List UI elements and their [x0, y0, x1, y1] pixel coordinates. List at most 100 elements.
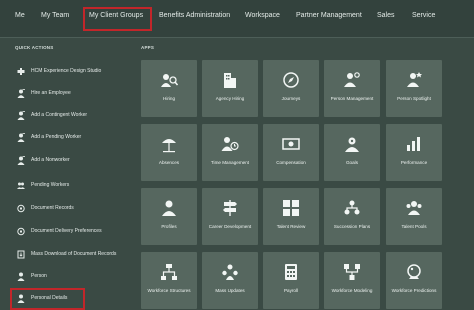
tab-benefits-administration[interactable]: Benefits Administration [159, 12, 230, 19]
quick-action-item[interactable]: HCM Experience Design Studio [17, 65, 101, 77]
tab-partner-management[interactable]: Partner Management [296, 12, 362, 19]
crystal-ball-icon [405, 263, 423, 281]
selected-tab-highlight [83, 7, 152, 31]
quick-action-label: Add a Nonworker [31, 157, 70, 163]
apps-heading: APPS [141, 45, 155, 50]
app-tile-hiring[interactable]: Hiring [141, 60, 197, 117]
quick-action-item[interactable]: Hire an Employee [17, 87, 71, 99]
quick-action-label: Document Delivery Preferences [31, 228, 102, 234]
quick-action-label: Add a Contingent Worker [31, 112, 88, 118]
app-tile-label: Profiles [161, 224, 177, 229]
app-tile-agency-hiring[interactable]: Agency Hiring [202, 60, 258, 117]
app-tile-workforce-modeling[interactable]: Workforce Modeling [324, 252, 380, 309]
app-tile-label: Workforce Modeling [331, 288, 373, 293]
app-tile-performance[interactable]: Performance [386, 124, 442, 181]
app-tile-label: Goals [345, 160, 358, 165]
hiring-icon [160, 71, 178, 89]
people-group-icon [405, 199, 423, 217]
app-tile-label: Time Management [210, 160, 250, 165]
tools-icon [17, 67, 25, 76]
tab-sales[interactable]: Sales [377, 12, 395, 19]
quick-action-item[interactable]: Mass Download of Document Records [17, 248, 116, 260]
tab-my-team[interactable]: My Team [41, 12, 69, 19]
quick-action-item[interactable]: Add a Pending Worker [17, 131, 81, 143]
quick-action-label: Person [31, 273, 47, 279]
quick-action-label: HCM Experience Design Studio [31, 68, 102, 74]
app-tile-label: Mass Updates [215, 288, 245, 293]
personal-details-highlight [10, 288, 85, 310]
app-tile-succession-plans[interactable]: Succession Plans [324, 188, 380, 245]
quick-action-label: Hire an Employee [31, 90, 71, 96]
calculator-icon [282, 263, 300, 281]
person-add-icon [17, 155, 25, 165]
app-tile-label: Payroll [283, 288, 299, 293]
app-tile-payroll[interactable]: Payroll [263, 252, 319, 309]
quick-action-label: Add a Pending Worker [31, 134, 82, 140]
quick-action-item[interactable]: Document Records [17, 202, 74, 214]
app-tile-label: Talent Review [276, 224, 306, 229]
app-tile-compensation[interactable]: Compensation [263, 124, 319, 181]
app-tile-label: Performance [400, 160, 428, 165]
person-star-icon [405, 71, 423, 89]
app-tile-goals[interactable]: Goals [324, 124, 380, 181]
person-add-icon [17, 110, 25, 120]
app-tile-journeys[interactable]: Journeys [263, 60, 319, 117]
compass-icon [282, 71, 300, 89]
building-icon [221, 71, 239, 89]
app-tile-talent-review[interactable]: Talent Review [263, 188, 319, 245]
app-tile-label: Agency Hiring [215, 96, 245, 101]
quick-action-item[interactable]: Person [17, 270, 47, 282]
people-icon [17, 181, 25, 190]
app-tile-label: Compensation [276, 160, 306, 165]
quick-actions-heading: QUICK ACTIONS [15, 45, 54, 50]
person-add-icon [17, 132, 25, 142]
mass-update-icon [221, 263, 239, 281]
app-tile-career-development[interactable]: Career Development [202, 188, 258, 245]
app-tile-workforce-predictions[interactable]: Workforce Predictions [386, 252, 442, 309]
top-navigation: Me My Team My Client Groups Benefits Adm… [0, 0, 474, 38]
app-tile-label: Talent Pools [401, 224, 427, 229]
app-tile-talent-pools[interactable]: Talent Pools [386, 188, 442, 245]
app-tile-label: Journeys [281, 96, 301, 101]
quick-action-item[interactable]: Add a Contingent Worker [17, 109, 87, 121]
org-icon [343, 199, 361, 217]
person-icon [17, 272, 25, 281]
tab-service[interactable]: Service [412, 12, 435, 19]
app-tile-time-management[interactable]: Time Management [202, 124, 258, 181]
app-tile-label: Hiring [163, 96, 175, 101]
app-tile-label: Person Management [330, 96, 374, 101]
chart-icon [405, 135, 423, 153]
download-icon [17, 250, 25, 259]
person-add-icon [17, 88, 25, 98]
app-tile-person-spotlight[interactable]: Person Spotlight [386, 60, 442, 117]
person-clock-icon [221, 135, 239, 153]
app-tile-label: Workforce Structures [147, 288, 191, 293]
quick-action-item[interactable]: Add a Nonworker [17, 154, 70, 166]
app-tile-absences[interactable]: Absences [141, 124, 197, 181]
app-tile-label: Workforce Predictions [391, 288, 437, 293]
money-icon [282, 135, 300, 153]
quick-action-label: Pending Workers [31, 182, 70, 188]
app-tile-label: Succession Plans [333, 224, 371, 229]
modeling-icon [343, 263, 361, 281]
app-tile-mass-updates[interactable]: Mass Updates [202, 252, 258, 309]
target-icon [343, 135, 361, 153]
app-tile-label: Absences [158, 160, 180, 165]
app-tile-label: Career Development [208, 224, 252, 229]
tab-me[interactable]: Me [15, 12, 25, 19]
app-tile-person-management[interactable]: Person Management [324, 60, 380, 117]
beach-icon [160, 135, 178, 153]
quick-action-item[interactable]: Pending Workers [17, 179, 69, 191]
profile-icon [160, 199, 178, 217]
quick-action-label: Mass Download of Document Records [31, 251, 117, 257]
app-tile-label: Person Spotlight [397, 96, 431, 101]
quick-action-item[interactable]: Document Delivery Preferences [17, 225, 102, 237]
tab-workspace[interactable]: Workspace [245, 12, 280, 19]
person-gear-icon [343, 71, 361, 89]
app-tile-workforce-structures[interactable]: Workforce Structures [141, 252, 197, 309]
grid-icon [282, 199, 300, 217]
app-tile-profiles[interactable]: Profiles [141, 188, 197, 245]
hierarchy-icon [160, 263, 178, 281]
signpost-icon [221, 199, 239, 217]
document-icon [17, 227, 25, 236]
